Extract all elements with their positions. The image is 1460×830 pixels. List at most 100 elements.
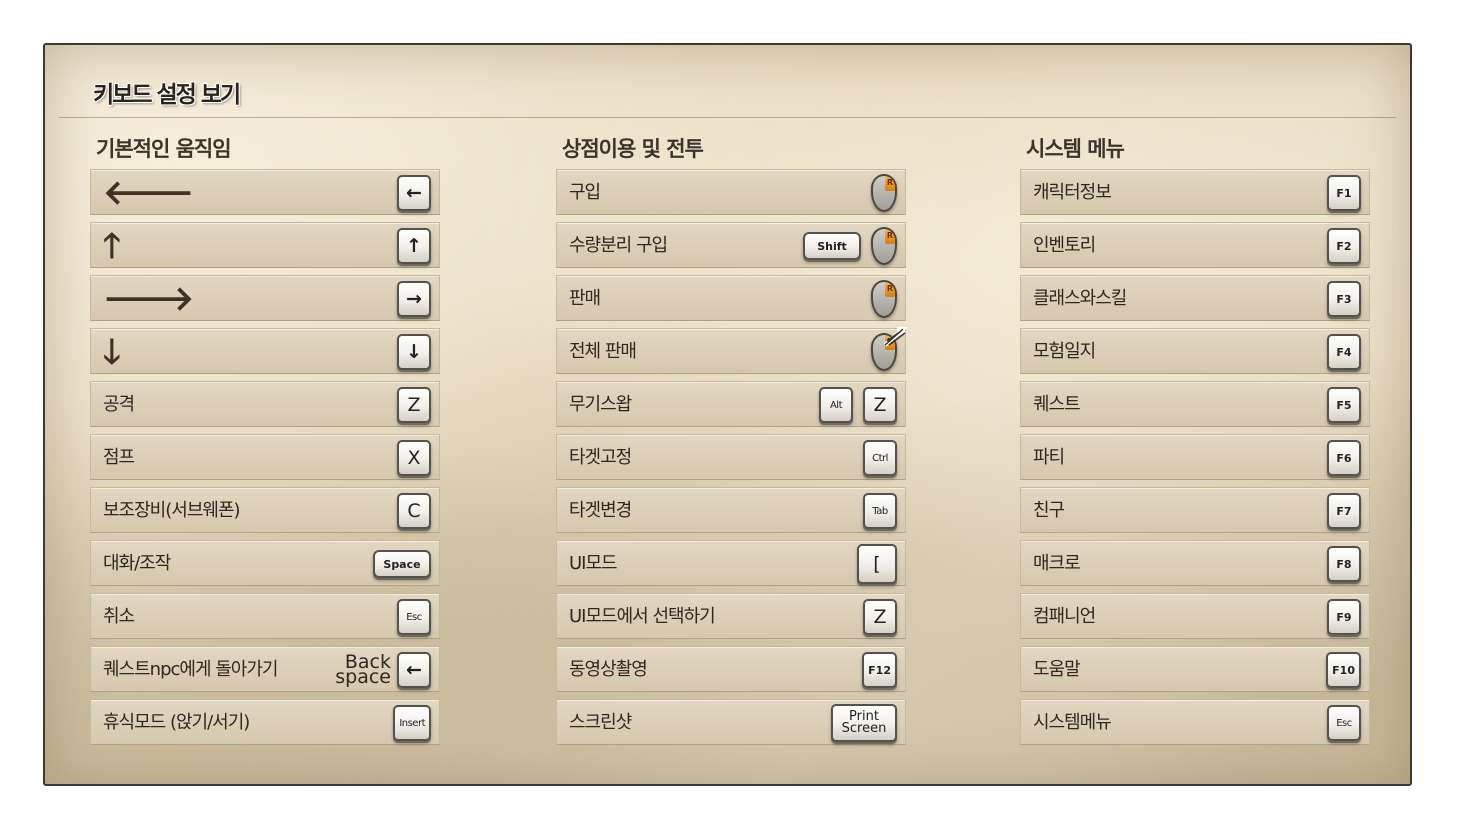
key-f4: F4 xyxy=(1327,334,1361,370)
key-right-arrow: → xyxy=(397,281,431,317)
row-target-lock: 타겟고정 Ctrl xyxy=(556,434,906,480)
row-companion: 컴패니언 F9 xyxy=(1020,593,1370,639)
row-label: 인벤토리 xyxy=(1033,235,1096,256)
row-sub-weapon: 보조장비(서브웨폰) C xyxy=(90,487,440,533)
key-esc: Esc xyxy=(397,599,431,635)
row-label: 보조장비(서브웨폰) xyxy=(103,500,241,521)
row-label: 스크린샷 xyxy=(569,712,632,733)
mouse-right-click-icon: R xyxy=(871,327,907,371)
key-f2: F2 xyxy=(1327,228,1361,264)
row-label: 공격 xyxy=(103,394,135,415)
row-label: 구입 xyxy=(569,182,601,203)
key-f6: F6 xyxy=(1327,440,1361,476)
row-move-up: 🡑 ↑ xyxy=(90,222,440,268)
panel-title: 키보드 설정 보기 xyxy=(93,82,241,108)
key-f10: F10 xyxy=(1326,652,1361,688)
row-return-to-quest-npc: 퀘스트npc에게 돌아가기 Back space ← xyxy=(90,646,440,692)
key-tab: Tab xyxy=(863,493,897,529)
key-backspace: ← xyxy=(397,652,431,688)
column-heading: 시스템 메뉴 xyxy=(1026,137,1125,161)
key-space: Space xyxy=(373,550,431,578)
row-sell-all: 전체 판매 R xyxy=(556,327,907,374)
row-label: 취소 xyxy=(103,606,135,627)
row-label: 점프 xyxy=(103,447,135,468)
row-label: 캐릭터정보 xyxy=(1033,182,1112,203)
mouse-right-click-icon: R xyxy=(871,227,897,265)
column-basic-movement: 기본적인 움직임 🡐 ← 🡑 ↑ 🡒 → 🡓 ↓ 공격 Z 점프 X 보조장비(… xyxy=(90,135,440,752)
row-label: UI모드에서 선택하기 xyxy=(569,606,716,627)
row-party: 파티 F6 xyxy=(1020,434,1370,480)
row-label: 매크로 xyxy=(1033,553,1081,574)
key-left-arrow: ← xyxy=(397,175,431,211)
row-screenshot: 스크린샷 Print Screen xyxy=(556,699,906,745)
key-alt: Alt xyxy=(819,387,853,423)
row-move-right: 🡒 → xyxy=(90,275,440,321)
row-label: UI모드 xyxy=(569,553,618,574)
row-label: 타겟변경 xyxy=(569,500,632,521)
key-print-screen: Print Screen xyxy=(831,704,897,742)
row-rest-mode: 휴식모드 (앉기/서기) Insert xyxy=(90,699,440,745)
row-label: 도움말 xyxy=(1033,659,1081,680)
row-cancel: 취소 Esc xyxy=(90,593,440,639)
key-f8: F8 xyxy=(1327,546,1361,582)
row-friends: 친구 F7 xyxy=(1020,487,1370,533)
row-label: 타겟고정 xyxy=(569,447,632,468)
key-f1: F1 xyxy=(1327,175,1361,211)
row-weapon-swap: 무기스왑 Alt Z xyxy=(556,381,906,427)
row-macro: 매크로 F8 xyxy=(1020,540,1370,586)
row-label: 모험일지 xyxy=(1033,341,1096,362)
backspace-label: Back space xyxy=(335,651,391,688)
key-f7: F7 xyxy=(1327,493,1361,529)
key-up-arrow: ↑ xyxy=(397,228,431,264)
key-shift: Shift xyxy=(803,232,861,260)
row-system-menu: 시스템메뉴 Esc xyxy=(1020,699,1370,745)
row-jump: 점프 X xyxy=(90,434,440,480)
row-label: 휴식모드 (앉기/서기) xyxy=(103,712,250,733)
key-z: Z xyxy=(863,387,897,423)
row-label: 친구 xyxy=(1033,500,1065,521)
row-label: 수량분리 구입 xyxy=(569,235,668,256)
arrow-right-icon: 🡒 xyxy=(103,279,195,319)
row-attack: 공격 Z xyxy=(90,381,440,427)
row-move-down: 🡓 ↓ xyxy=(90,328,440,374)
arrow-left-icon: 🡐 xyxy=(103,173,195,213)
row-character-info: 캐릭터정보 F1 xyxy=(1020,169,1370,215)
row-class-skills: 클래스와스킬 F3 xyxy=(1020,275,1370,321)
column-system-menu: 시스템 메뉴 캐릭터정보 F1 인벤토리 F2 클래스와스킬 F3 모험일지 F… xyxy=(1020,135,1370,752)
row-ui-mode-select: UI모드에서 선택하기 Z xyxy=(556,593,906,639)
row-label: 전체 판매 xyxy=(569,341,637,362)
key-z: Z xyxy=(397,387,431,423)
row-label: 파티 xyxy=(1033,447,1065,468)
column-heading: 기본적인 움직임 xyxy=(96,137,232,161)
key-esc: Esc xyxy=(1327,705,1361,741)
mouse-right-click-icon: R xyxy=(871,174,897,212)
row-interact: 대화/조작 Space xyxy=(90,540,440,586)
key-ctrl: Ctrl xyxy=(863,440,897,476)
key-f5: F5 xyxy=(1327,387,1361,423)
row-target-change: 타겟변경 Tab xyxy=(556,487,906,533)
row-inventory: 인벤토리 F2 xyxy=(1020,222,1370,268)
column-heading: 상점이용 및 전투 xyxy=(562,137,704,161)
keyboard-settings-panel: 키보드 설정 보기 기본적인 움직임 🡐 ← 🡑 ↑ 🡒 → 🡓 ↓ 공격 Z … xyxy=(43,43,1412,786)
key-z: Z xyxy=(863,599,897,635)
row-label: 클래스와스킬 xyxy=(1033,288,1127,309)
row-label: 무기스왑 xyxy=(569,394,632,415)
key-f12: F12 xyxy=(862,652,897,688)
row-label: 시스템메뉴 xyxy=(1033,712,1112,733)
row-adventure-journal: 모험일지 F4 xyxy=(1020,328,1370,374)
column-shop-and-combat: 상점이용 및 전투 구입 R 수량분리 구입 Shift R 판매 R 전체 판… xyxy=(556,135,907,752)
arrow-up-icon: 🡑 xyxy=(103,226,121,266)
title-divider xyxy=(59,117,1396,118)
row-quest: 퀘스트 F5 xyxy=(1020,381,1370,427)
row-sell: 판매 R xyxy=(556,275,906,321)
row-video-record: 동영상촬영 F12 xyxy=(556,646,906,692)
key-insert: Insert xyxy=(393,705,431,741)
row-label: 퀘스트 xyxy=(1033,394,1081,415)
row-ui-mode: UI모드 [ xyxy=(556,540,906,586)
mouse-right-click-icon: R xyxy=(871,280,897,318)
arrow-down-icon: 🡓 xyxy=(103,332,121,372)
key-x: X xyxy=(397,440,431,476)
key-down-arrow: ↓ xyxy=(397,334,431,370)
row-label: 동영상촬영 xyxy=(569,659,648,680)
key-f9: F9 xyxy=(1327,599,1361,635)
